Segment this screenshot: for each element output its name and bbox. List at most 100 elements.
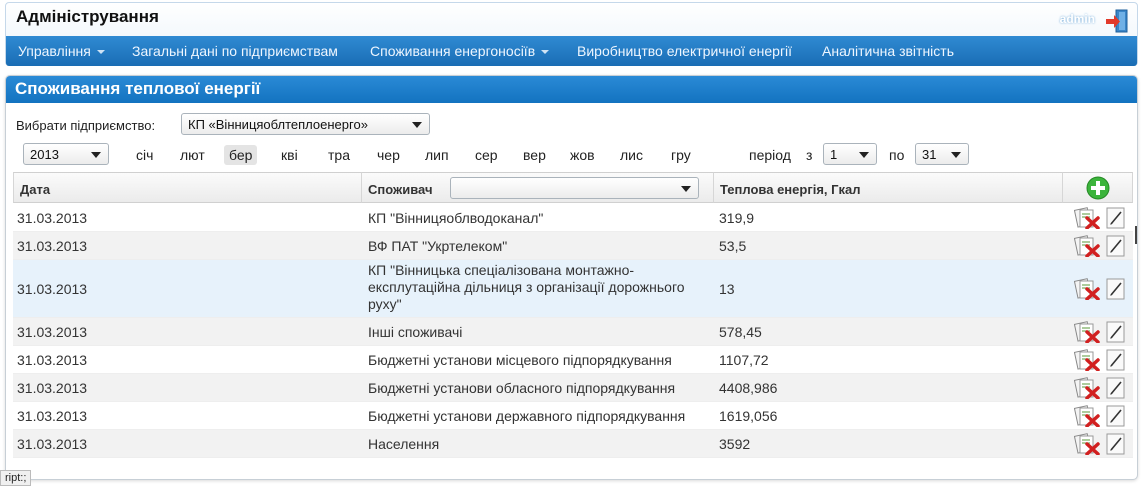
- row-consumer: Бюджетні установи місцевого підпорядкува…: [368, 351, 672, 368]
- period-to-select[interactable]: 31: [915, 143, 969, 165]
- month-jan[interactable]: січ: [131, 145, 158, 165]
- edit-pencil-icon[interactable]: [1106, 433, 1126, 455]
- row-actions: [1070, 374, 1130, 402]
- edit-pencil-icon[interactable]: [1106, 278, 1126, 300]
- panel-header: Споживання теплової енергії: [6, 76, 1137, 103]
- chevron-down-icon: [541, 50, 550, 55]
- month-sep[interactable]: вер: [518, 145, 551, 165]
- edit-pencil-icon[interactable]: [1106, 321, 1126, 343]
- table-row[interactable]: 31.03.2013 Бюджетні установи місцевого пі…: [13, 346, 1133, 374]
- col-header-energy[interactable]: Теплова енергія, Гкал: [714, 172, 1063, 203]
- table-row[interactable]: 31.03.2013 Інші споживачі 578,45: [13, 318, 1133, 346]
- row-consumer: КП "Вінницька спеціалізована монтажно-ек…: [368, 262, 685, 312]
- month-oct[interactable]: жов: [565, 145, 600, 165]
- row-consumer: КП "Вінницяоблводоканал": [368, 209, 544, 226]
- edit-pencil-icon[interactable]: [1106, 235, 1126, 257]
- add-plus-icon[interactable]: [1086, 176, 1110, 200]
- consumer-filter-select[interactable]: [450, 177, 699, 199]
- edit-pencil-icon[interactable]: [1106, 405, 1126, 427]
- month-jun[interactable]: чер: [372, 145, 405, 165]
- nav-electricity-production[interactable]: Виробництво електричної енергії: [577, 43, 792, 59]
- delete-doc-icon[interactable]: [1074, 405, 1100, 427]
- col-header-consumer: Споживач: [362, 172, 714, 203]
- app-title: Адміністрування: [16, 7, 159, 26]
- row-actions: [1070, 402, 1130, 430]
- row-energy: 1107,72: [719, 351, 769, 368]
- row-energy: 319,9: [719, 209, 755, 226]
- nav-management[interactable]: Управління: [18, 43, 105, 59]
- month-aug[interactable]: сер: [470, 145, 503, 165]
- text-cursor: [1135, 226, 1137, 244]
- col-header-consumer-label[interactable]: Споживач: [368, 182, 433, 197]
- row-date: 31.03.2013: [17, 237, 88, 254]
- row-consumer: ВФ ПАТ "Укртелеком": [368, 237, 508, 254]
- delete-doc-icon[interactable]: [1074, 207, 1100, 229]
- edit-pencil-icon[interactable]: [1106, 377, 1126, 399]
- row-date: 31.03.2013: [17, 351, 88, 368]
- user-name[interactable]: admin: [1060, 12, 1095, 26]
- year-select[interactable]: 2013: [23, 143, 109, 165]
- period-from-select[interactable]: 1: [823, 143, 877, 165]
- edit-pencil-icon[interactable]: [1106, 207, 1126, 229]
- row-consumer: Бюджетні установи обласного підпорядкува…: [368, 379, 676, 396]
- row-date: 31.03.2013: [17, 379, 88, 396]
- month-mar[interactable]: бер: [224, 145, 258, 165]
- row-actions: [1070, 346, 1130, 374]
- delete-doc-icon[interactable]: [1074, 377, 1100, 399]
- nav-energy-consumption[interactable]: Споживання енергоносіїв: [370, 43, 550, 59]
- row-energy: 13: [719, 280, 735, 297]
- row-date: 31.03.2013: [17, 323, 88, 340]
- top-bar: Адміністрування admin Управління Загальн…: [5, 2, 1138, 66]
- month-dec[interactable]: гру: [666, 145, 696, 165]
- row-actions: [1070, 318, 1130, 346]
- month-nov[interactable]: лис: [615, 145, 648, 165]
- row-energy: 53,5: [719, 237, 747, 254]
- row-energy: 578,45: [719, 323, 762, 340]
- table-row[interactable]: 31.03.2013 Бюджетні установи державного п…: [13, 402, 1133, 430]
- row-actions: [1070, 232, 1130, 260]
- row-date: 31.03.2013: [17, 280, 88, 297]
- chevron-down-icon: [951, 152, 961, 158]
- chevron-down-icon: [91, 152, 101, 158]
- row-energy: 4408,986: [719, 379, 778, 396]
- delete-doc-icon[interactable]: [1074, 321, 1100, 343]
- row-consumer: Бюджетні установи державного підпорядкув…: [368, 407, 686, 424]
- table-row[interactable]: 31.03.2013 ВФ ПАТ "Укртелеком" 53,5: [13, 232, 1133, 260]
- exit-door-icon[interactable]: [1103, 7, 1131, 35]
- period-to-label: по: [889, 147, 905, 163]
- row-date: 31.03.2013: [17, 407, 88, 424]
- row-actions: [1070, 204, 1130, 232]
- delete-doc-icon[interactable]: [1074, 235, 1100, 257]
- chevron-down-icon: [96, 50, 105, 55]
- row-energy: 1619,056: [719, 407, 778, 424]
- period-from-label: з: [806, 147, 813, 163]
- delete-doc-icon[interactable]: [1074, 433, 1100, 455]
- row-energy: 3592: [719, 435, 751, 452]
- chevron-down-icon: [859, 152, 869, 158]
- table-row[interactable]: 31.03.2013 Населення 3592: [13, 430, 1133, 458]
- col-header-date[interactable]: Дата: [13, 172, 362, 203]
- month-jul[interactable]: лип: [420, 145, 454, 165]
- row-consumer: Інші споживачі: [368, 323, 463, 340]
- panel-title: Споживання теплової енергії: [15, 79, 261, 98]
- month-apr[interactable]: кві: [276, 145, 303, 165]
- status-bar: ript:;: [0, 470, 32, 486]
- enterprise-select[interactable]: КП «Вінницяоблтеплоенерго»: [181, 113, 430, 135]
- table-row[interactable]: 31.03.2013 КП "Вінницяоблводоканал" 319,9: [13, 204, 1133, 232]
- row-actions: [1070, 430, 1130, 458]
- nav-enterprise-data[interactable]: Загальні дані по підприємствам: [132, 43, 338, 59]
- month-may[interactable]: тра: [323, 145, 355, 165]
- row-date: 31.03.2013: [17, 209, 88, 226]
- enterprise-label: Вибрати підприємство:: [16, 118, 156, 133]
- main-nav: Управління Загальні дані по підприємства…: [6, 36, 1137, 66]
- chevron-down-icon: [412, 122, 422, 128]
- month-feb[interactable]: лют: [175, 145, 210, 165]
- delete-doc-icon[interactable]: [1074, 278, 1100, 300]
- edit-pencil-icon[interactable]: [1106, 349, 1126, 371]
- nav-analytics[interactable]: Аналітична звітність: [822, 43, 954, 59]
- table-row[interactable]: 31.03.2013 КП "Вінницька спеціалізована м…: [13, 260, 1133, 318]
- delete-doc-icon[interactable]: [1074, 349, 1100, 371]
- heat-consumption-panel: Споживання теплової енергії Вибрати підп…: [5, 75, 1138, 480]
- table-row[interactable]: 31.03.2013 Бюджетні установи обласного пі…: [13, 374, 1133, 402]
- row-date: 31.03.2013: [17, 435, 88, 452]
